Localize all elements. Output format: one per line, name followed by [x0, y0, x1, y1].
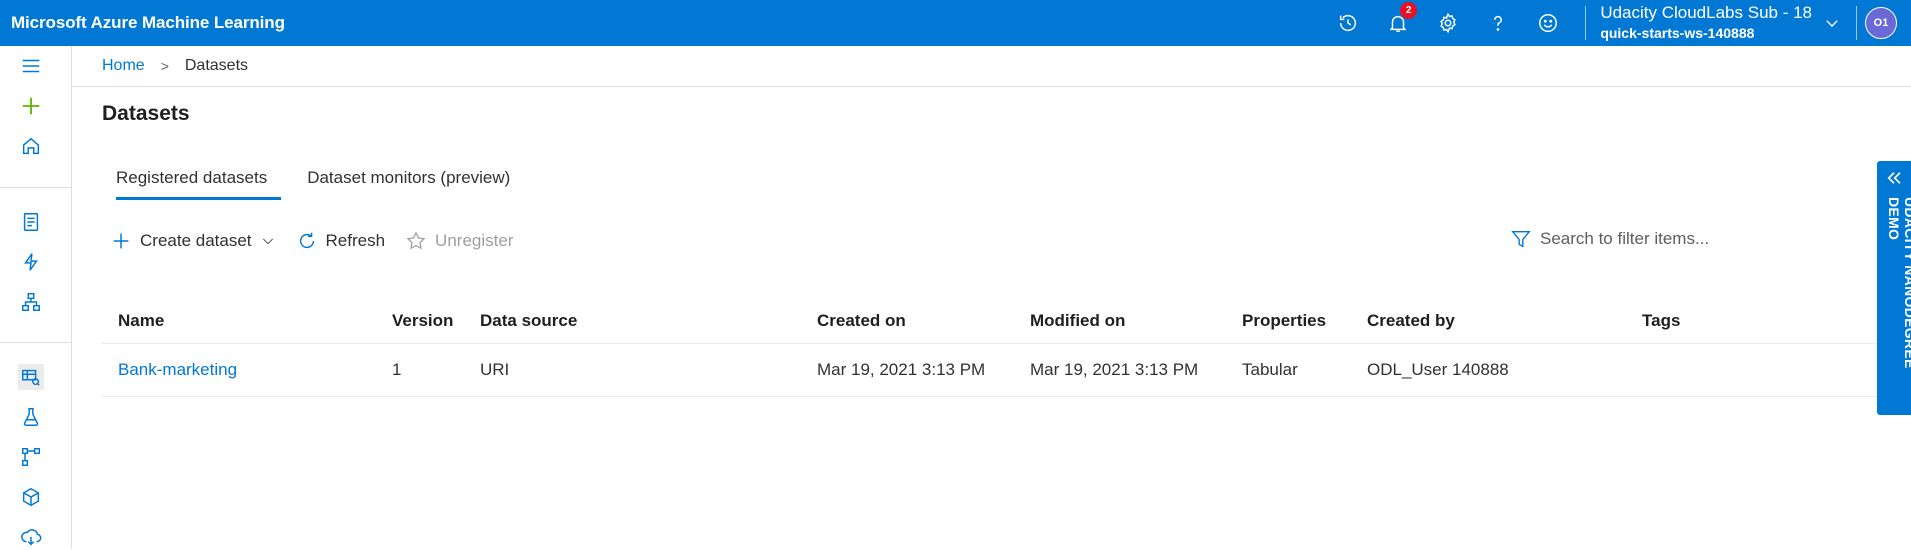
- side-panel-label: UDACITY NANODEGREE DEMO: [1886, 197, 1911, 369]
- nav-separator: [0, 187, 71, 188]
- column-header-data-source[interactable]: Data source: [480, 311, 577, 331]
- dataset-properties: Tabular: [1242, 360, 1298, 379]
- pipelines-icon[interactable]: [18, 444, 44, 470]
- top-bar: Microsoft Azure Machine Learning 2 Udaci…: [0, 0, 1911, 46]
- hamburger-menu-icon[interactable]: [18, 53, 44, 79]
- column-header-version[interactable]: Version: [392, 311, 453, 331]
- double-chevron-left-icon: [1887, 172, 1901, 184]
- column-header-modified-on[interactable]: Modified on: [1030, 311, 1125, 331]
- header-divider-2: [1856, 6, 1857, 40]
- dataset-version: 1: [392, 360, 402, 379]
- automated-ml-icon[interactable]: [18, 249, 44, 275]
- notification-count-badge: 2: [1400, 2, 1418, 19]
- models-cube-icon[interactable]: [18, 484, 44, 510]
- column-header-created-on[interactable]: Created on: [817, 311, 906, 331]
- notebooks-icon[interactable]: [18, 209, 44, 235]
- designer-icon[interactable]: [18, 289, 44, 315]
- create-dataset-label: Create dataset: [140, 231, 252, 250]
- refresh-label: Refresh: [325, 231, 386, 250]
- help-question-icon[interactable]: [1473, 0, 1523, 46]
- plus-icon: [113, 233, 129, 249]
- breadcrumb-home-link[interactable]: Home: [102, 57, 145, 75]
- column-header-name[interactable]: Name: [118, 311, 164, 331]
- create-dataset-button[interactable]: Create dataset: [110, 230, 276, 252]
- tab-registered-datasets[interactable]: Registered datasets: [102, 160, 282, 200]
- app-title[interactable]: Microsoft Azure Machine Learning: [11, 13, 285, 33]
- notification-bell-icon[interactable]: 2: [1373, 0, 1423, 46]
- star-icon: [406, 231, 426, 250]
- nav-separator-2: [0, 342, 71, 343]
- unregister-label: Unregister: [435, 231, 514, 250]
- create-new-plus-icon[interactable]: [18, 93, 44, 119]
- page-title: Datasets: [102, 102, 190, 125]
- feedback-smiley-icon[interactable]: [1523, 0, 1573, 46]
- datasets-table: Name Version Data source Created on Modi…: [102, 298, 1878, 397]
- breadcrumb: Home > Datasets: [72, 46, 1911, 87]
- chevron-down-icon: [262, 238, 273, 245]
- settings-gear-icon[interactable]: [1423, 0, 1473, 46]
- account-subscription: Udacity CloudLabs Sub - 18: [1600, 3, 1812, 22]
- account-workspace: quick-starts-ws-140888: [1600, 25, 1755, 41]
- unregister-button[interactable]: Unregister: [405, 230, 513, 252]
- breadcrumb-current: Datasets: [184, 57, 249, 74]
- tab-dataset-monitors[interactable]: Dataset monitors (preview): [293, 160, 524, 200]
- breadcrumb-separator: >: [160, 58, 169, 74]
- refresh-button[interactable]: Refresh: [296, 230, 386, 252]
- refresh-icon: [299, 232, 314, 249]
- account-switcher[interactable]: Udacity CloudLabs Sub - 18 quick-starts-…: [1600, 3, 1812, 43]
- table-header: Name Version Data source Created on Modi…: [102, 298, 1878, 344]
- dataset-tabs: Registered datasets Dataset monitors (pr…: [102, 160, 536, 200]
- column-header-tags[interactable]: Tags: [1642, 311, 1680, 331]
- dataset-created-by: ODL_User 140888: [1367, 360, 1509, 379]
- filter-funnel-icon: [1511, 230, 1531, 248]
- avatar[interactable]: O1: [1865, 7, 1897, 39]
- column-header-created-by[interactable]: Created by: [1367, 311, 1455, 331]
- dataset-name-link[interactable]: Bank-marketing: [118, 360, 237, 380]
- table-row[interactable]: Bank-marketing 1 URI Mar 19, 2021 3:13 P…: [102, 344, 1878, 397]
- header-divider: [1585, 6, 1587, 40]
- side-panel-toggle[interactable]: UDACITY NANODEGREE DEMO: [1877, 161, 1911, 415]
- left-navigation: [0, 46, 72, 549]
- datasets-icon[interactable]: [18, 364, 44, 390]
- command-bar: Create dataset Refresh Unregister: [110, 230, 533, 252]
- dataset-modified-on: Mar 19, 2021 3:13 PM: [1030, 360, 1199, 379]
- search-filter[interactable]: Search to filter items...: [1510, 228, 1710, 250]
- chevron-down-icon[interactable]: [1812, 14, 1852, 32]
- history-icon[interactable]: [1323, 0, 1373, 46]
- endpoints-icon[interactable]: [18, 524, 44, 550]
- dataset-data-source: URI: [480, 360, 510, 379]
- top-bar-icons: 2 Udacity CloudLabs Sub - 18 quick-start…: [1323, 0, 1911, 46]
- column-header-properties[interactable]: Properties: [1242, 311, 1326, 331]
- dataset-created-on: Mar 19, 2021 3:13 PM: [817, 360, 986, 379]
- home-icon[interactable]: [18, 133, 44, 159]
- search-input[interactable]: Search to filter items...: [1540, 229, 1709, 249]
- experiments-flask-icon[interactable]: [18, 404, 44, 430]
